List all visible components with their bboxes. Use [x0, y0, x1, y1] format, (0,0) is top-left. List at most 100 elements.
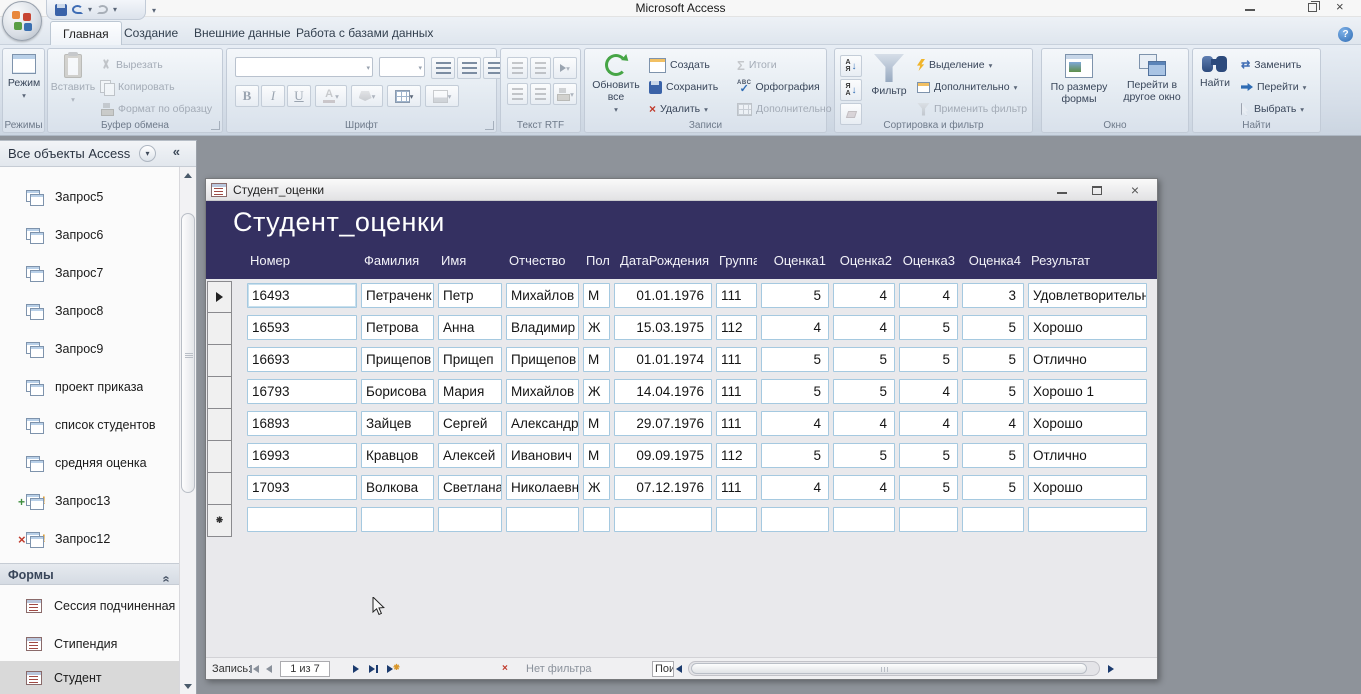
text-direction-button[interactable]: ▾	[553, 57, 577, 79]
cell-familiya[interactable]: Прищепов	[361, 347, 434, 372]
cell-pol[interactable]: Ж	[583, 315, 610, 340]
nav-item-form[interactable]: Стипендия	[0, 625, 179, 663]
cell-data-rozhdeniya[interactable]: 09.09.1975	[614, 443, 712, 468]
cell-nomer[interactable]: 16593	[247, 315, 357, 340]
record-selector-new[interactable]: ++	[207, 505, 232, 537]
align-left-button[interactable]	[431, 57, 455, 79]
fill-color-button[interactable]: ▾	[351, 85, 383, 107]
undo-dropdown-icon[interactable]: ▾	[88, 5, 92, 14]
filter-indicator[interactable]: ×	[506, 658, 519, 680]
cell-familiya[interactable]: Петрова	[361, 315, 434, 340]
cell-ocenka4[interactable]: 5	[962, 315, 1024, 340]
undo-icon[interactable]	[72, 5, 83, 14]
cell-rezultat[interactable]: Отлично	[1028, 443, 1147, 468]
cell-otchestvo[interactable]: Владимир	[506, 315, 579, 340]
cell-ocenka4[interactable]: 3	[962, 283, 1024, 308]
cell-nomer[interactable]: 16493	[247, 283, 357, 308]
cell-familiya[interactable]: Зайцев	[361, 411, 434, 436]
cell-ocenka3[interactable]: 5	[899, 443, 958, 468]
minimize-icon[interactable]	[1245, 9, 1255, 11]
hscroll-right-icon[interactable]	[1108, 658, 1114, 680]
cell-data-rozhdeniya[interactable]: 07.12.1976	[614, 475, 712, 500]
cell-nomer[interactable]: 16893	[247, 411, 357, 436]
highlight-button[interactable]: ▾	[553, 83, 577, 105]
nav-item-query[interactable]: проект приказа	[0, 368, 179, 406]
cell-empty[interactable]	[716, 507, 757, 532]
cell-gruppa[interactable]: 112	[716, 443, 757, 468]
cell-familiya[interactable]: Волкова	[361, 475, 434, 500]
cell-data-rozhdeniya[interactable]: 15.03.1975	[614, 315, 712, 340]
cell-data-rozhdeniya[interactable]: 29.07.1976	[614, 411, 712, 436]
form-minimize-icon[interactable]	[1057, 192, 1067, 194]
cell-rezultat[interactable]: Хорошо	[1028, 315, 1147, 340]
cell-ocenka4[interactable]: 5	[962, 347, 1024, 372]
cell-gruppa[interactable]: 111	[716, 475, 757, 500]
cell-empty[interactable]	[506, 507, 579, 532]
previous-record-button[interactable]	[266, 658, 272, 680]
cell-otchestvo[interactable]: Михайлов	[506, 379, 579, 404]
cell-rezultat[interactable]: Хорошо	[1028, 411, 1147, 436]
cell-familiya[interactable]: Кравцов	[361, 443, 434, 468]
cell-pol[interactable]: М	[583, 443, 610, 468]
advanced-filter-button[interactable]: Дополнительно ▾	[917, 77, 1017, 97]
new-record-button[interactable]: Создать	[649, 55, 710, 75]
cell-ocenka4[interactable]: 5	[962, 443, 1024, 468]
cell-imya[interactable]: Алексей	[438, 443, 502, 468]
bullet-list-button[interactable]	[530, 83, 551, 105]
nav-item-query[interactable]: Запрос5	[0, 178, 179, 216]
last-record-button[interactable]	[369, 658, 378, 680]
cell-otchestvo[interactable]: Иванович	[506, 443, 579, 468]
cell-ocenka2[interactable]: 4	[833, 411, 895, 436]
nav-item-form[interactable]: Сессия подчиненная фо…	[0, 587, 179, 625]
help-icon[interactable]: ?	[1338, 27, 1353, 42]
cell-pol[interactable]: М	[583, 283, 610, 308]
office-button[interactable]	[2, 1, 42, 41]
cell-data-rozhdeniya[interactable]: 01.01.1974	[614, 347, 712, 372]
nav-item-form-selected[interactable]: Студент	[0, 661, 179, 694]
cell-empty[interactable]	[1028, 507, 1147, 532]
cell-imya[interactable]: Сергей	[438, 411, 502, 436]
form-maximize-icon[interactable]	[1092, 186, 1102, 195]
shutter-close-icon[interactable]: «	[173, 144, 180, 159]
cell-ocenka1[interactable]: 4	[761, 475, 829, 500]
filter-button[interactable]: Фильтр	[867, 54, 911, 97]
save-record-button[interactable]: Сохранить	[649, 77, 718, 97]
font-name-combo[interactable]: ▾	[235, 57, 373, 77]
bold-button[interactable]: B	[235, 85, 259, 107]
italic-button[interactable]: I	[261, 85, 285, 107]
hscroll-left-icon[interactable]	[676, 658, 682, 680]
format-painter-button[interactable]: Формат по образцу	[100, 99, 212, 119]
cell-ocenka2[interactable]: 4	[833, 283, 895, 308]
underline-button[interactable]: U	[287, 85, 311, 107]
cell-empty[interactable]	[962, 507, 1024, 532]
cell-imya[interactable]: Светлана	[438, 475, 502, 500]
cell-gruppa[interactable]: 111	[716, 411, 757, 436]
close-icon[interactable]: ×	[1336, 1, 1344, 13]
decrease-indent-button[interactable]	[507, 57, 528, 79]
nav-item-query[interactable]: +! Запрос13	[0, 482, 179, 520]
find-button[interactable]: Найти	[1195, 54, 1235, 89]
cell-ocenka1[interactable]: 4	[761, 411, 829, 436]
cell-rezultat[interactable]: Хорошо 1	[1028, 379, 1147, 404]
cell-imya[interactable]: Мария	[438, 379, 502, 404]
cell-rezultat[interactable]: Отлично	[1028, 347, 1147, 372]
nav-item-query[interactable]: Запрос7	[0, 254, 179, 292]
tab-glavnaya[interactable]: Главная	[50, 21, 122, 45]
copy-button[interactable]: Копировать	[100, 77, 175, 97]
cell-ocenka1[interactable]: 5	[761, 443, 829, 468]
numbered-list-button[interactable]	[507, 83, 528, 105]
spelling-button[interactable]: ABC✓ Орфография	[737, 77, 820, 97]
form-close-icon[interactable]: ×	[1131, 182, 1139, 198]
horizontal-scrollbar[interactable]	[688, 661, 1100, 676]
record-selector[interactable]	[207, 313, 232, 345]
cell-ocenka2[interactable]: 4	[833, 315, 895, 340]
hscroll-thumb[interactable]	[691, 663, 1087, 674]
cell-gruppa[interactable]: 111	[716, 283, 757, 308]
sidebar-scrollbar[interactable]	[179, 167, 196, 694]
cell-ocenka3[interactable]: 4	[899, 411, 958, 436]
cell-ocenka4[interactable]: 5	[962, 475, 1024, 500]
cut-button[interactable]: Вырезать	[100, 55, 163, 75]
collapse-section-icon[interactable]: »	[155, 576, 177, 583]
goto-button[interactable]: Перейти ▾	[1241, 77, 1306, 97]
refresh-all-button[interactable]: Обновить все ▾	[591, 54, 641, 115]
